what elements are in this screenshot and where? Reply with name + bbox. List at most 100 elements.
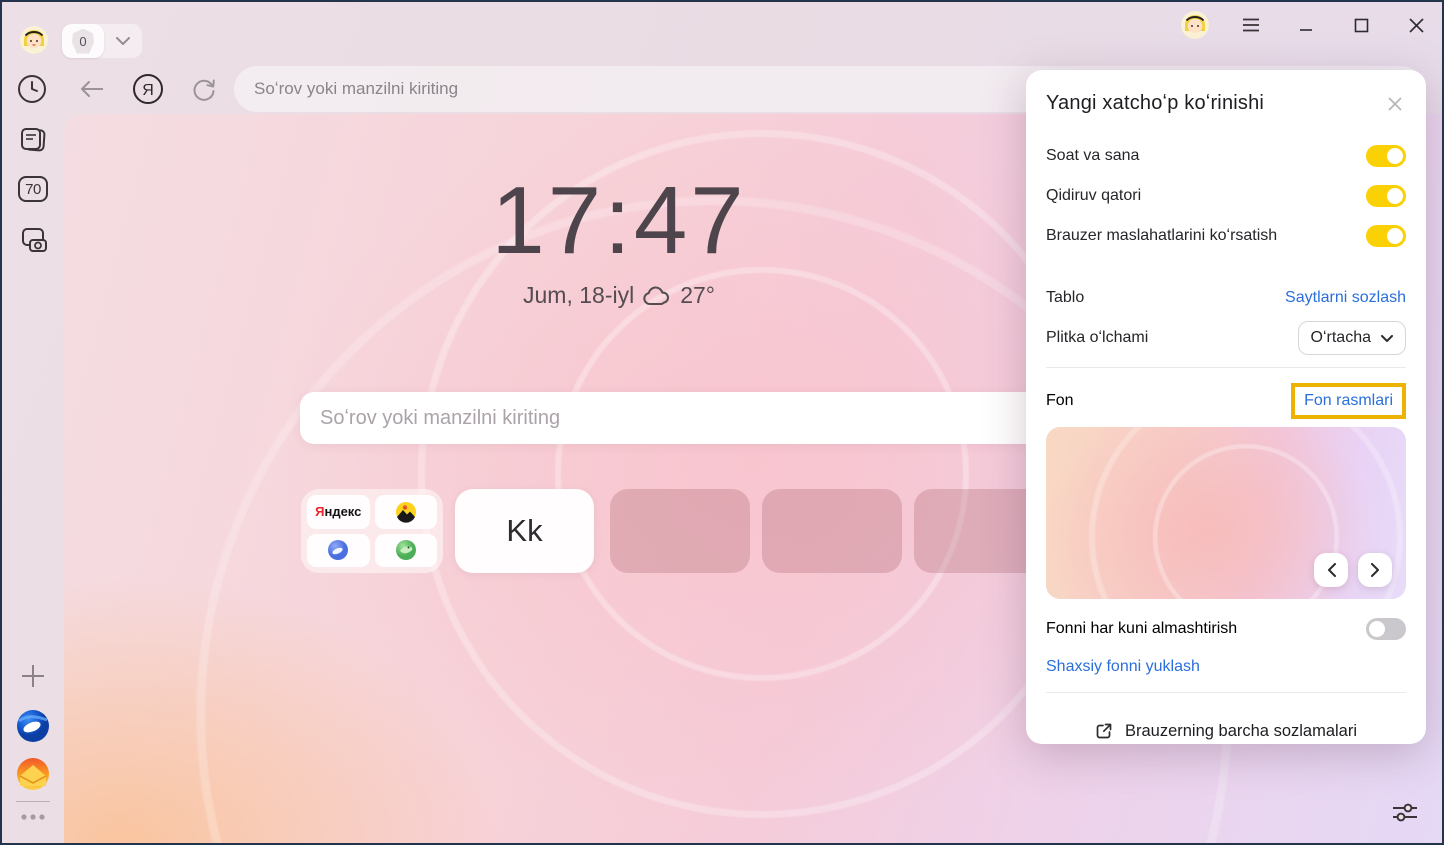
daily-background-toggle[interactable] [1366, 618, 1406, 640]
browser-window: 0 [0, 0, 1444, 845]
background-link-highlight: Fon rasmlari [1291, 383, 1406, 419]
maximize-icon [1354, 18, 1369, 33]
hamburger-icon [1242, 18, 1260, 32]
tile-images[interactable] [375, 495, 438, 529]
maximize-button[interactable] [1343, 10, 1379, 40]
tab-list-dropdown[interactable] [104, 37, 142, 45]
tab-count: 0 [79, 34, 86, 49]
clock-toggle[interactable] [1366, 145, 1406, 167]
tile-yandex[interactable]: Яндекс [307, 495, 370, 529]
svg-text:Я: Я [142, 82, 154, 99]
user-avatar-icon [1181, 11, 1209, 39]
chevron-down-icon [116, 37, 130, 45]
daily-background-row: Fonni har kuni almashtirish [1046, 607, 1406, 651]
profile-avatar[interactable] [20, 26, 48, 54]
user-avatar-icon [20, 26, 48, 54]
mail-icon [15, 756, 51, 792]
suggestions-toggle[interactable] [1366, 225, 1406, 247]
notes-icon [18, 124, 48, 154]
back-arrow-icon [79, 80, 105, 98]
close-icon [1388, 97, 1402, 111]
profile-avatar-top[interactable] [1181, 11, 1209, 39]
minimize-icon [1299, 18, 1313, 32]
history-clock-icon [17, 74, 47, 104]
mail-app-button[interactable] [14, 755, 52, 793]
toggle-row-clock: Soat va sana [1046, 136, 1406, 176]
search-row-toggle[interactable] [1366, 185, 1406, 207]
rail-divider [16, 801, 50, 802]
menu-button[interactable] [1233, 10, 1269, 40]
history-button[interactable] [16, 73, 48, 105]
yandex-wordmark: Яндекс [315, 504, 361, 519]
toggle-label: Qidiruv qatori [1046, 187, 1141, 205]
previous-background-button[interactable] [1314, 553, 1348, 587]
more-panels-button[interactable] [14, 814, 52, 820]
notes-button[interactable] [14, 120, 52, 158]
tile-placeholder[interactable] [610, 489, 750, 573]
screenshot-icon [17, 224, 49, 254]
browser-sphere-icon [15, 708, 51, 744]
customize-background-button[interactable] [1390, 797, 1420, 827]
chevron-down-icon [1381, 335, 1393, 342]
tile-size-value: Oʻrtacha [1311, 329, 1371, 347]
panel-title: Yangi xatchoʻp koʻrinishi [1046, 92, 1264, 115]
tab-strip: 0 [62, 24, 142, 58]
temperature-text: 27° [680, 282, 715, 309]
tile-folder-yandex[interactable]: Яндекс [301, 489, 443, 573]
upload-custom-background-link[interactable]: Shaxsiy fonni yuklash [1046, 658, 1200, 676]
date-weather-widget[interactable]: Jum, 18-iyl 27° [64, 282, 1174, 309]
tune-icon [1392, 801, 1418, 823]
toggle-row-search: Qidiruv qatori [1046, 176, 1406, 216]
toggle-label: Brauzer maslahatlarini koʻrsatish [1046, 227, 1277, 245]
speed-score-button[interactable]: 70 [14, 170, 52, 208]
reload-button[interactable] [188, 73, 220, 105]
external-link-icon [1095, 722, 1113, 740]
close-window-button[interactable] [1398, 10, 1434, 40]
back-button[interactable] [76, 73, 108, 105]
close-icon [1409, 18, 1424, 33]
blue-sphere-icon [327, 539, 349, 561]
all-settings-button[interactable]: Brauzerning barcha sozlamalari [1046, 702, 1406, 760]
date-text: Jum, 18-iyl [523, 282, 634, 309]
add-panel-button[interactable] [14, 657, 52, 695]
images-icon [395, 501, 417, 523]
speed-badge-value: 70 [25, 181, 41, 198]
tab-shield-badge: 0 [72, 29, 94, 54]
appearance-settings-panel: Yangi xatchoʻp koʻrinishi Soat va sana Q… [1026, 70, 1426, 744]
tile-size-select[interactable]: Oʻrtacha [1298, 321, 1406, 355]
configure-sites-link[interactable]: Saytlarni sozlash [1285, 289, 1406, 307]
all-settings-label: Brauzerning barcha sozlamalari [1125, 722, 1357, 741]
plus-icon [20, 663, 46, 689]
daily-background-label: Fonni har kuni almashtirish [1046, 620, 1237, 638]
toggle-label: Soat va sana [1046, 147, 1139, 165]
background-preview [1046, 427, 1406, 599]
tile-browser[interactable] [307, 534, 370, 568]
tile-kk-label: Kk [506, 513, 542, 549]
tablo-label: Tablo [1046, 289, 1084, 307]
panel-close-button[interactable] [1384, 93, 1406, 115]
clock-widget[interactable]: 17:47 [64, 166, 1174, 276]
background-row: Fon Fon rasmlari [1046, 377, 1406, 425]
screenshot-button[interactable] [14, 220, 52, 258]
tile-size-row: Plitka oʻlchami Oʻrtacha [1046, 318, 1406, 358]
minimize-button[interactable] [1288, 10, 1324, 40]
background-label: Fon [1046, 392, 1074, 410]
chevron-left-icon [1327, 563, 1336, 577]
green-creature-icon [395, 539, 417, 561]
more-dots-icon [21, 814, 45, 820]
active-tab[interactable]: 0 [62, 24, 104, 58]
panel-divider [1046, 692, 1406, 693]
chevron-right-icon [1371, 563, 1380, 577]
browser-app-button[interactable] [14, 707, 52, 745]
cloud-icon [642, 285, 672, 307]
tile-placeholder[interactable] [762, 489, 902, 573]
tile-kk[interactable]: Kk [455, 489, 594, 573]
tile-game[interactable] [375, 534, 438, 568]
next-background-button[interactable] [1358, 553, 1392, 587]
panel-divider [1046, 367, 1406, 368]
tablo-row: Tablo Saytlarni sozlash [1046, 278, 1406, 318]
reload-icon [191, 76, 217, 102]
yandex-logo-icon: Я [132, 73, 164, 105]
background-gallery-link[interactable]: Fon rasmlari [1304, 392, 1393, 409]
yandex-home-button[interactable]: Я [132, 73, 164, 105]
